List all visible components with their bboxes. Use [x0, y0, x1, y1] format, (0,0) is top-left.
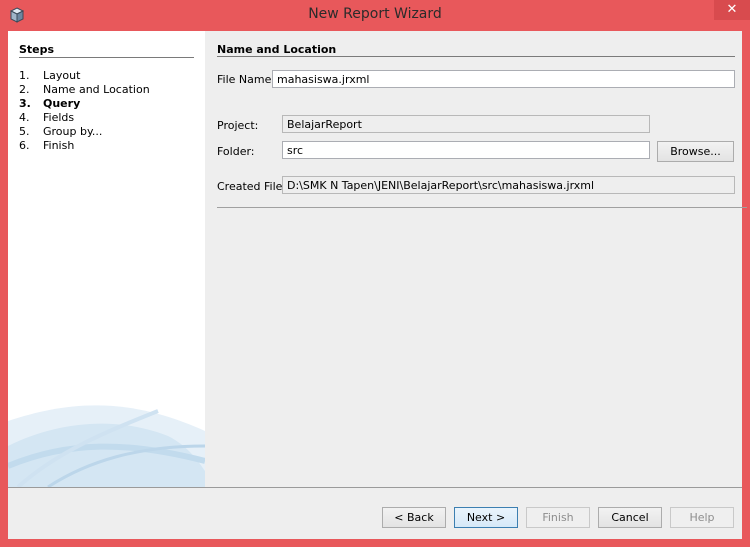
file-name-label: File Name: — [217, 73, 276, 86]
created-file-label: Created File: — [217, 180, 287, 193]
step-number: 6. — [19, 139, 30, 152]
step-number: 4. — [19, 111, 30, 124]
steps-panel: Steps 1. Layout 2. Name and Location 3. Que… — [8, 31, 205, 487]
decorative-swoosh-graphic — [8, 405, 205, 487]
step-layout: 1. Layout — [19, 69, 80, 83]
step-number: 1. — [19, 69, 30, 82]
created-file-field: D:\SMK N Tapen\JENI\BelajarReport\src\ma… — [282, 176, 735, 194]
project-field: BelajarReport — [282, 115, 650, 133]
title-bar[interactable]: New Report Wizard ✕ — [0, 0, 750, 31]
folder-label: Folder: — [217, 145, 255, 158]
step-label: Query — [43, 97, 81, 110]
footer-divider — [8, 487, 742, 488]
steps-divider — [19, 57, 194, 58]
finish-button[interactable]: Finish — [526, 507, 590, 528]
step-group-by: 5. Group by... — [19, 125, 102, 139]
wizard-window: New Report Wizard ✕ Steps 1. Layout 2. Nam… — [0, 0, 750, 547]
step-number: 5. — [19, 125, 30, 138]
section-divider — [217, 56, 735, 57]
step-name-and-location: 2. Name and Location — [19, 83, 150, 97]
step-label: Layout — [43, 69, 81, 82]
step-finish: 6. Finish — [19, 139, 74, 153]
step-number: 2. — [19, 83, 30, 96]
step-label: Group by... — [43, 125, 103, 138]
next-button[interactable]: Next > — [454, 507, 518, 528]
project-label: Project: — [217, 119, 259, 132]
back-button[interactable]: < Back — [382, 507, 446, 528]
help-button[interactable]: Help — [670, 507, 734, 528]
dialog-client-area: Steps 1. Layout 2. Name and Location 3. Que… — [8, 31, 747, 539]
step-label: Finish — [43, 139, 75, 152]
cancel-button[interactable]: Cancel — [598, 507, 662, 528]
close-button[interactable]: ✕ — [714, 0, 750, 20]
step-number: 3. — [19, 97, 31, 110]
step-query: 3. Query — [19, 97, 80, 111]
main-panel: Name and Location File Name: mahasiswa.j… — [205, 31, 742, 487]
steps-title: Steps — [19, 43, 55, 56]
browse-button[interactable]: Browse... — [657, 141, 734, 162]
file-name-input[interactable]: mahasiswa.jrxml — [272, 70, 735, 88]
step-fields: 4. Fields — [19, 111, 74, 125]
window-title: New Report Wizard — [308, 6, 442, 22]
folder-input[interactable]: src — [282, 141, 650, 159]
content-divider — [217, 207, 747, 208]
step-label: Fields — [43, 111, 75, 124]
section-title: Name and Location — [217, 43, 337, 56]
step-label: Name and Location — [43, 83, 150, 96]
